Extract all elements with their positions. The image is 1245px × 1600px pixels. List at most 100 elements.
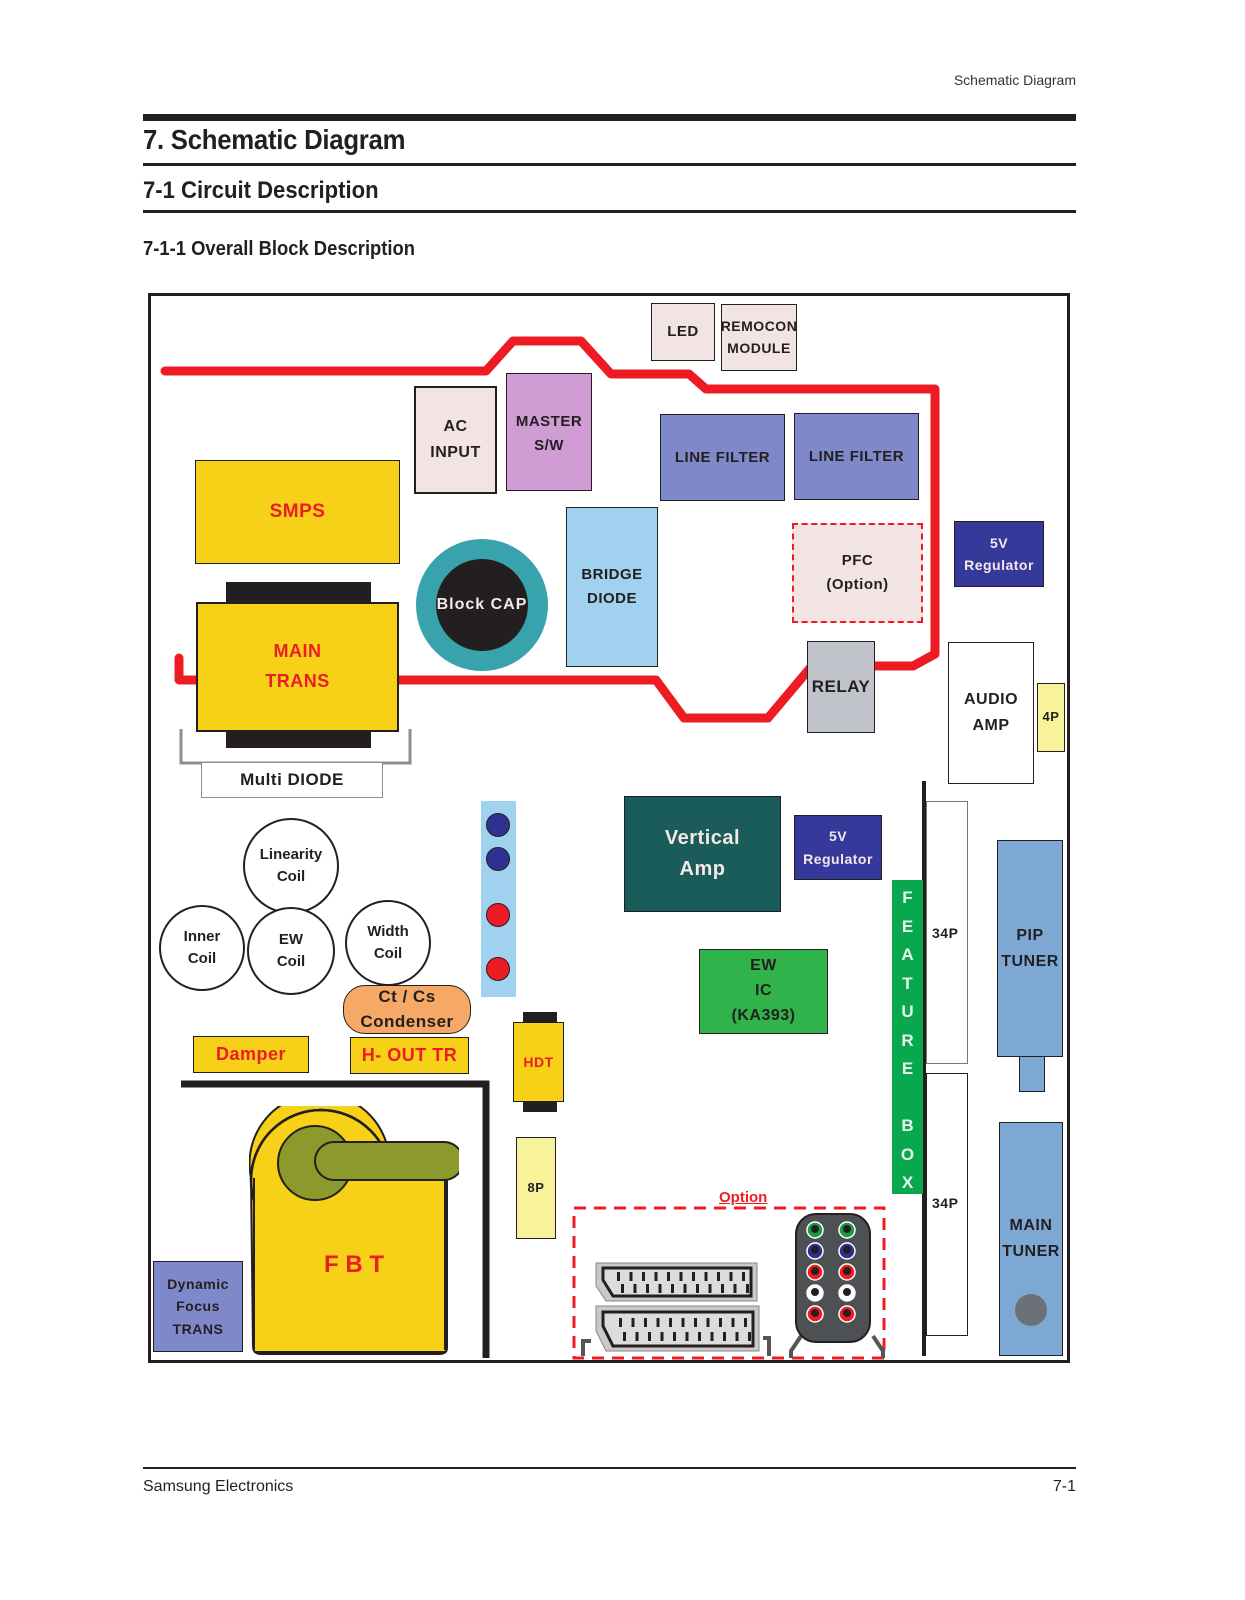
section-title: 7-1 Circuit Description (143, 177, 379, 204)
line-filter-2-block: LINE FILTER (794, 413, 919, 500)
main-trans-label-2: TRANS (265, 671, 330, 691)
remocon-module-block: REMOCON MODULE (721, 304, 797, 371)
pfc-option-block: PFC (Option) (792, 523, 923, 623)
module-label: MODULE (727, 339, 791, 356)
feature-box-letter: A (901, 945, 914, 964)
main-trans-block: MAIN TRANS (196, 602, 399, 732)
diode-label: DIODE (586, 590, 637, 607)
option-label: Option (717, 1189, 770, 1206)
feature-box-letter: O (900, 1144, 915, 1164)
block-cap-label: Block CAP (436, 596, 528, 613)
hdt-label: HDT (523, 1053, 554, 1070)
ct-cs-label: Ct / Cs (378, 986, 436, 1006)
relay-block: RELAY (807, 641, 875, 733)
indicator-strip (481, 801, 516, 997)
main-label: MAIN (1009, 1217, 1053, 1234)
footer-publisher: Samsung Electronics (143, 1478, 294, 1495)
dynamic-label: Dynamic (167, 1275, 229, 1292)
vertical-label: Vertical (664, 827, 741, 849)
multi-diode-block: Multi DIODE (201, 762, 383, 798)
subsection-title: 7-1-1 Overall Block Description (143, 238, 416, 260)
block-cap-core: Block CAP (436, 559, 528, 651)
section-rule (143, 210, 1076, 213)
ew-coil: EW Coil (247, 907, 335, 995)
condenser-label: Condenser (360, 1011, 454, 1031)
trans-label: TRANS (172, 1320, 224, 1337)
feature-box-letter: B (901, 1116, 914, 1135)
width-coil-label: Coil (373, 945, 403, 962)
regulator-5v-top-block: 5V Regulator (954, 521, 1044, 587)
pfc-label: PFC (841, 552, 874, 569)
ew-ic-part-number: (KA393) (731, 1006, 796, 1024)
ew-ic-label-1: EW (750, 957, 777, 975)
main-trans-label-1: MAIN (273, 641, 322, 662)
main-tuner-label: TUNER (1002, 1242, 1060, 1260)
ew-coil-label: Coil (276, 953, 306, 970)
damper-block: Damper (193, 1036, 309, 1073)
multi-diode-label: Multi DIODE (240, 770, 344, 790)
master-switch-block: MASTER S/W (506, 373, 592, 491)
audio-amp-block: AUDIO AMP (948, 642, 1034, 784)
feature-box-letter: U (901, 1002, 914, 1021)
ac-label: AC (443, 418, 468, 436)
inner-label: Inner (183, 927, 221, 945)
connector-34p-top-label: 34P (932, 925, 959, 941)
connector-4p: 4P (1037, 683, 1065, 752)
regulator-mid-label: Regulator (803, 850, 873, 867)
fbt-lever (314, 1141, 464, 1181)
ac-input-block: AC INPUT (414, 386, 497, 494)
sw-label: S/W (534, 437, 564, 454)
master-label: MASTER (515, 413, 583, 430)
width-coil: Width Coil (345, 900, 431, 986)
ew-ic-label-2: IC (755, 982, 772, 1000)
pip-tuner-block: PIP TUNER (997, 840, 1063, 1057)
line-filter-2-label: LINE FILTER (808, 447, 905, 465)
fbt-block: F B T (248, 1092, 464, 1356)
feature-box: FEATUREBOX (892, 880, 923, 1194)
input-label: INPUT (430, 444, 481, 461)
inner-coil: Inner Coil (159, 905, 245, 991)
ct-cs-condenser: Ct / Cs Condenser (343, 985, 471, 1034)
hdt-block: HDT (513, 1022, 564, 1102)
antenna-jack-icon (1015, 1294, 1047, 1327)
ew-ic-block: EW IC (KA393) (699, 949, 828, 1034)
relay-label: RELAY (811, 677, 871, 697)
running-head: Schematic Diagram (953, 72, 1076, 88)
h-out-tr-block: H- OUT TR (350, 1037, 469, 1074)
main-tuner-block: MAIN TUNER (999, 1122, 1063, 1356)
smps-label: SMPS (269, 500, 326, 522)
connector-8p: 8P (516, 1137, 556, 1239)
pip-label: PIP (1016, 927, 1044, 944)
feature-box-letter: X (901, 1173, 914, 1192)
vertical-amp-block: Vertical Amp (624, 796, 781, 912)
footer-rule (143, 1467, 1076, 1469)
connector-4p-label: 4P (1042, 709, 1060, 725)
option-region (572, 1206, 886, 1360)
linearity-coil-label: Coil (276, 868, 306, 885)
width-label: Width (367, 922, 409, 940)
dynamic-focus-trans-block: Dynamic Focus TRANS (153, 1261, 243, 1352)
connector-34p-top: 34P (926, 801, 968, 1064)
bridge-diode-block: BRIDGE DIODE (566, 507, 658, 667)
led-label: LED (667, 323, 699, 340)
connector-34p-bottom: 34P (926, 1073, 968, 1336)
amp-label: AMP (972, 717, 1010, 734)
focus-label: Focus (176, 1298, 220, 1315)
feature-box-letter: E (901, 916, 914, 936)
pfc-option-label: (Option) (826, 576, 889, 593)
pip-tuner-connector (1019, 1056, 1045, 1092)
feature-box-letter: F (902, 888, 913, 907)
footer-page-number: 7-1 (1052, 1478, 1076, 1495)
audio-label: AUDIO (963, 691, 1019, 709)
block-diagram: LED REMOCON MODULE AC INPUT MASTER S/W L… (148, 293, 1070, 1363)
regulator-5v-mid-block: 5V Regulator (794, 815, 882, 880)
feature-box-letter: T (902, 973, 913, 993)
feature-box-letter: R (901, 1030, 914, 1050)
regulator-mid-voltage: 5V (828, 828, 848, 845)
connector-8p-label: 8P (527, 1179, 545, 1195)
chapter-rule (143, 163, 1076, 166)
smps-block: SMPS (195, 460, 400, 564)
indicator-dot (486, 813, 510, 837)
regulator-top-voltage: 5V (989, 534, 1009, 551)
indicator-dot (486, 957, 510, 981)
